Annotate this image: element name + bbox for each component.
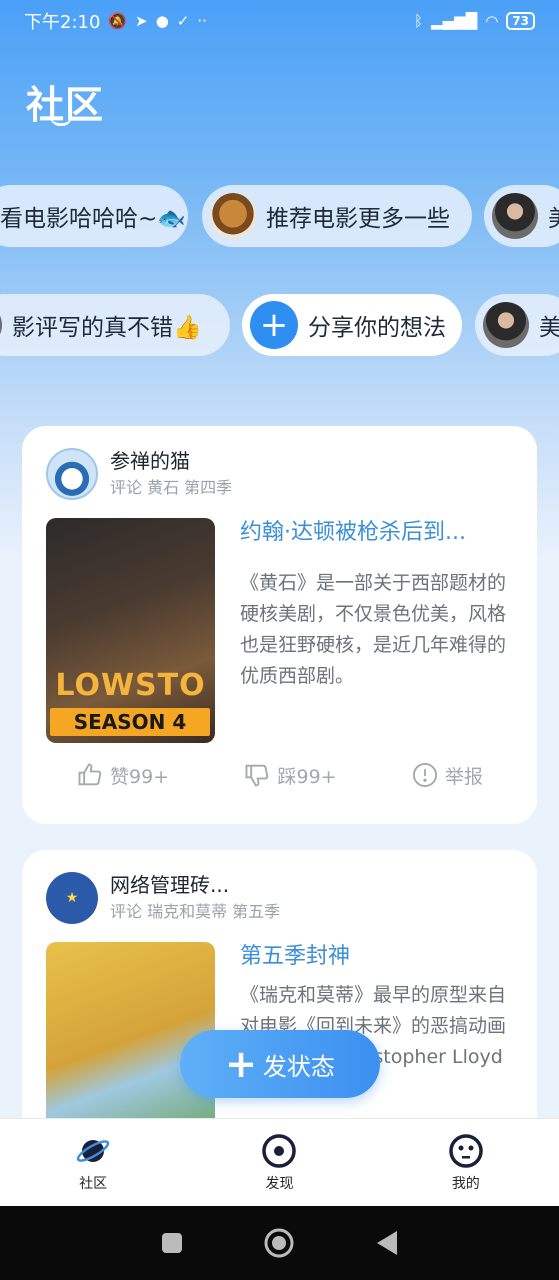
share-thought-button[interactable]: + 分享你的想法 [242,294,462,356]
bottom-nav: 社区 发现 我的 [0,1118,559,1206]
avatar [210,193,256,239]
dislike-button[interactable]: 踩99+ [243,761,337,789]
post-meta: 评论 黄石 第四季 [110,478,233,497]
topic-bubble[interactable]: 看电影哈哈哈~🐟 [0,185,188,247]
post-card[interactable]: 参禅的猫 评论 黄石 第四季 LOWSTO SEASON 4 约翰·达顿被枪杀后… [22,426,537,824]
status-bar: 下午2:10 🔕 ➤ ● ✓ ·· ᛒ ▂▄▆█ ◠ 73 [0,0,559,42]
telegram-icon: ➤ [135,12,148,30]
avatar [483,302,529,348]
nav-item-discover[interactable]: 发现 [219,1133,339,1193]
topic-bubble[interactable]: 影评写的真不错👍 [0,294,230,356]
nav-label: 发现 [265,1175,294,1192]
battery-indicator: 73 [506,12,535,30]
topic-bubble-text: 影评写的真不错👍 [12,315,202,341]
topic-bubble-text: 看电影哈哈哈~🐟 [0,206,186,232]
topic-bubble[interactable]: 美 [475,294,559,356]
post-status-label: 发状态 [262,1052,335,1081]
topic-bubbles-row-2: 影评写的真不错👍 + 分享你的想法 美 [0,294,559,358]
wifi-icon: ◠ [485,12,499,30]
topic-bubble[interactable]: 美 [484,185,559,247]
share-thought-label: 分享你的想法 [308,315,446,341]
report-button[interactable]: 举报 [411,761,483,789]
dislike-count: 踩99+ [277,765,337,788]
more-icon: ·· [197,12,207,30]
topic-bubbles-row-1: 看电影哈哈哈~🐟 推荐电影更多一些 美 [0,185,559,249]
nav-item-mine[interactable]: 我的 [406,1133,526,1193]
nav-label: 社区 [79,1175,108,1192]
alert-icon [412,762,437,788]
status-time: 下午2:10 [24,12,101,33]
topic-bubble-text: 美 [539,315,559,341]
avatar [492,193,538,239]
post-actions: 赞99+ 踩99+ 举报 [46,761,513,789]
author-name[interactable]: 网络管理砖... [110,872,280,898]
bluetooth-icon: ᛒ [414,12,424,30]
signal-icon: ▂▄▆█ [431,12,478,30]
plus-icon: + [225,1042,257,1086]
post-content: 《黄石》是一部关于西部题材的硬核美剧，不仅景色优美，风格也是狂野硬核，是近几年难… [240,572,507,687]
post-header: 参禅的猫 评论 黄石 第四季 [46,448,513,500]
author-avatar[interactable]: ★ [46,872,98,924]
topic-bubble-text: 美 [548,199,559,233]
author-avatar[interactable] [46,448,98,500]
post-title[interactable]: 约翰·达顿被枪杀后到... [240,518,513,548]
poster-title-text: LOWSTO [55,668,206,703]
post-meta: 评论 瑞克和莫蒂 第五季 [110,902,281,921]
topic-bubble-text: 推荐电影更多一些 [266,206,450,232]
thumbs-down-icon [246,764,269,787]
thumbs-up-icon [78,763,102,786]
post-status-button[interactable]: + 发状态 [180,1030,380,1098]
nav-label: 我的 [451,1175,480,1192]
recents-icon[interactable] [160,1231,184,1255]
plus-icon: + [250,301,298,349]
nav-item-community[interactable]: 社区 [33,1133,153,1193]
planet-icon [76,1139,110,1162]
post-title[interactable]: 第五季封神 [240,942,513,972]
topic-bubble[interactable]: 推荐电影更多一些 [202,185,472,247]
poster-season-text: SEASON 4 [50,708,210,736]
poster-image[interactable]: LOWSTO SEASON 4 [46,518,215,743]
home-icon[interactable] [263,1227,295,1259]
avatar [0,302,2,348]
system-nav-bar [0,1206,559,1280]
post-header: ★ 网络管理砖... 评论 瑞克和莫蒂 第五季 [46,872,513,924]
like-button[interactable]: 赞99+ [76,761,169,789]
like-count: 赞99+ [110,765,170,788]
report-label: 举报 [444,765,483,788]
back-icon[interactable] [375,1230,399,1256]
chat-icon: ● [155,12,169,30]
author-name[interactable]: 参禅的猫 [110,448,232,474]
face-icon [449,1133,483,1168]
eye-icon [262,1133,297,1168]
check-icon: ✓ [176,12,190,30]
mute-icon: 🔕 [108,12,128,30]
